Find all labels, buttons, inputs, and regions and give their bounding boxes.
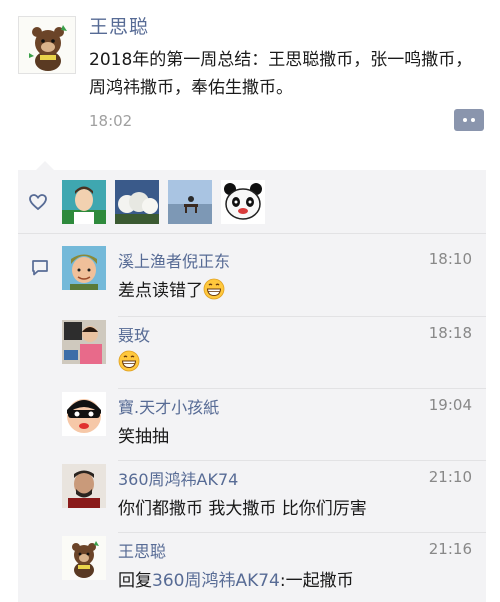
- comment-item[interactable]: 360周鸿祎AK74 21:10 你们都撒币 我大撒币 比你们厉害: [62, 462, 482, 534]
- moments-post: 王思聪 2018年的第一周总结：王思聪撒币，张一鸣撒币，周鸿祎撒币，奉佑生撒币。…: [0, 0, 500, 160]
- comment-bubble-icon: [32, 260, 48, 276]
- comment-time: 21:10: [428, 468, 472, 486]
- comment-item[interactable]: 聂玫 18:18: [62, 318, 482, 390]
- child-photo-avatar: [62, 320, 106, 364]
- comment-time: 18:18: [428, 324, 472, 342]
- interaction-panel: 溪上渔者倪正东 18:10 差点读错了 聂玫 18:18 寶.天才小孩紙 19:…: [18, 161, 486, 602]
- commenter-avatar[interactable]: [62, 392, 106, 436]
- comment-item[interactable]: 溪上渔者倪正东 18:10 差点读错了: [62, 244, 482, 316]
- like-avatar-panda[interactable]: [221, 180, 265, 224]
- cartoon-bear-avatar: [62, 536, 106, 580]
- landscape-bench-avatar: [168, 180, 212, 224]
- commenter-avatar[interactable]: [62, 464, 106, 508]
- comment-time: 21:16: [428, 540, 472, 558]
- author-avatar[interactable]: [18, 16, 76, 74]
- reply-prefix: 回复: [118, 571, 152, 591]
- grin-emoji-icon: [203, 278, 225, 300]
- like-avatar-landscape[interactable]: [168, 180, 212, 224]
- commenter-name[interactable]: 360周鸿祎AK74: [118, 466, 238, 490]
- comment-text-content: 差点读错了: [118, 281, 203, 301]
- commenter-name[interactable]: 溪上渔者倪正东: [118, 248, 230, 272]
- masked-cartoon-avatar: [62, 392, 106, 436]
- commenter-name[interactable]: 寶.天才小孩紙: [118, 394, 219, 418]
- post-time: 18:02: [89, 112, 133, 130]
- comment-text: 你们都撒币 我大撒币 比你们厉害: [118, 499, 367, 519]
- comment-divider: [118, 316, 486, 317]
- comment-divider: [118, 460, 486, 461]
- likes-row: [18, 170, 486, 234]
- comment-text: 回复360周鸿祎AK74:一起撒币: [118, 566, 354, 591]
- dot-icon: [471, 118, 475, 122]
- commenter-name[interactable]: 王思聪: [118, 538, 166, 562]
- heart-outline-icon: [29, 194, 47, 211]
- cartoon-bear-icon: [19, 17, 75, 73]
- comment-text: [118, 350, 140, 373]
- commenter-avatar[interactable]: [62, 246, 106, 290]
- comment-time: 18:10: [428, 250, 472, 268]
- comment-divider: [118, 388, 486, 389]
- panel-arrow: [36, 161, 54, 170]
- reply-text: :一起撒币: [279, 571, 354, 591]
- post-text: 2018年的第一周总结：王思聪撒币，张一鸣撒币，周鸿祎撒币，奉佑生撒币。: [89, 50, 473, 98]
- comment-text: 差点读错了: [118, 276, 225, 301]
- grin-emoji-icon: [118, 350, 140, 372]
- comment-divider: [118, 532, 486, 533]
- reply-target-name[interactable]: 360周鸿祎AK74: [152, 571, 280, 591]
- portrait-avatar: [62, 180, 106, 224]
- more-options-button[interactable]: [454, 109, 484, 131]
- like-avatar-portrait[interactable]: [62, 180, 106, 224]
- comment-text: 笑抽抽: [118, 427, 169, 447]
- cartoon-man-avatar: [62, 246, 106, 290]
- panda-avatar: [221, 180, 265, 224]
- man-photo-avatar: [62, 464, 106, 508]
- like-avatar-tree[interactable]: [115, 180, 159, 224]
- comment-time: 19:04: [428, 396, 472, 414]
- commenter-avatar[interactable]: [62, 536, 106, 580]
- comment-item[interactable]: 王思聪 21:16 回复360周鸿祎AK74:一起撒币: [62, 534, 482, 602]
- author-name[interactable]: 王思聪: [89, 12, 149, 39]
- comment-item[interactable]: 寶.天才小孩紙 19:04 笑抽抽: [62, 390, 482, 462]
- dot-icon: [463, 118, 467, 122]
- commenter-name[interactable]: 聂玫: [118, 322, 150, 346]
- tree-photo-avatar: [115, 180, 159, 224]
- commenter-avatar[interactable]: [62, 320, 106, 364]
